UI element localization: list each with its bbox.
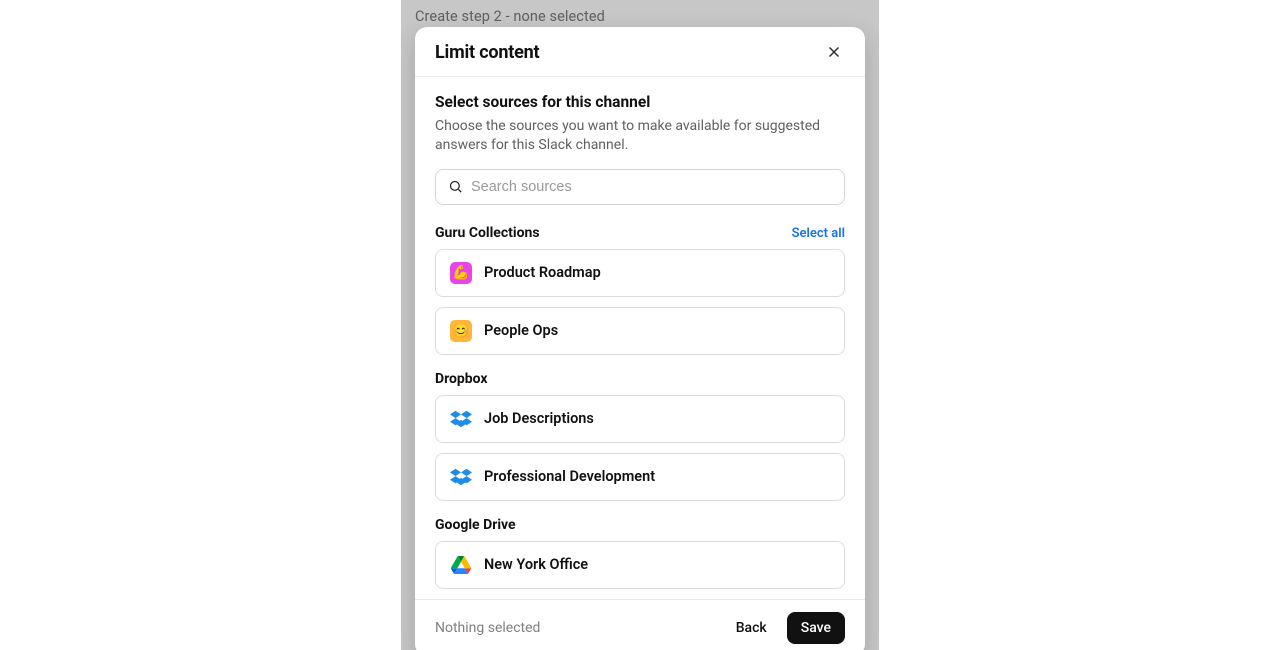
- source-item-new-york-office[interactable]: New York Office: [435, 541, 845, 589]
- source-label: People Ops: [484, 322, 558, 339]
- dropbox-icon: [450, 408, 472, 430]
- group-label: Google Drive: [435, 517, 516, 533]
- modal-title: Limit content: [435, 42, 539, 63]
- group-header-google-drive: Google Drive: [435, 517, 845, 533]
- source-label: Product Roadmap: [484, 264, 601, 281]
- dropbox-icon: [450, 466, 472, 488]
- selection-status: Nothing selected: [435, 620, 722, 636]
- google-drive-icon: [450, 554, 472, 576]
- limit-content-modal: Limit content Select sources for this ch…: [415, 27, 865, 650]
- search-input[interactable]: [471, 179, 832, 195]
- source-item-product-roadmap[interactable]: 💪 Product Roadmap: [435, 249, 845, 297]
- search-icon: [448, 179, 463, 194]
- close-button[interactable]: [823, 41, 845, 63]
- source-label: Professional Development: [484, 468, 655, 485]
- source-item-job-descriptions[interactable]: Job Descriptions: [435, 395, 845, 443]
- source-label: New York Office: [484, 556, 588, 573]
- source-item-professional-development[interactable]: Professional Development: [435, 453, 845, 501]
- stage-backdrop: Create step 2 - none selected Limit cont…: [401, 0, 879, 650]
- back-button[interactable]: Back: [722, 612, 781, 644]
- source-label: Job Descriptions: [484, 410, 594, 427]
- source-item-people-ops[interactable]: 😊 People Ops: [435, 307, 845, 355]
- collection-icon: 😊: [450, 320, 472, 342]
- modal-footer: Nothing selected Back Save: [415, 599, 865, 650]
- group-label: Guru Collections: [435, 225, 540, 241]
- select-sources-description: Choose the sources you want to make avai…: [435, 117, 845, 155]
- save-button[interactable]: Save: [787, 612, 845, 644]
- group-label: Dropbox: [435, 371, 488, 387]
- group-header-dropbox: Dropbox: [435, 371, 845, 387]
- group-header-guru-collections: Guru Collections Select all: [435, 225, 845, 241]
- collection-icon: 💪: [450, 262, 472, 284]
- select-sources-title: Select sources for this channel: [435, 93, 845, 111]
- modal-body: Select sources for this channel Choose t…: [415, 77, 865, 593]
- modal-header: Limit content: [415, 27, 865, 77]
- search-sources-wrapper[interactable]: [435, 169, 845, 205]
- close-icon: [825, 43, 843, 61]
- select-all-link[interactable]: Select all: [792, 226, 845, 241]
- stage-caption: Create step 2 - none selected: [415, 8, 605, 25]
